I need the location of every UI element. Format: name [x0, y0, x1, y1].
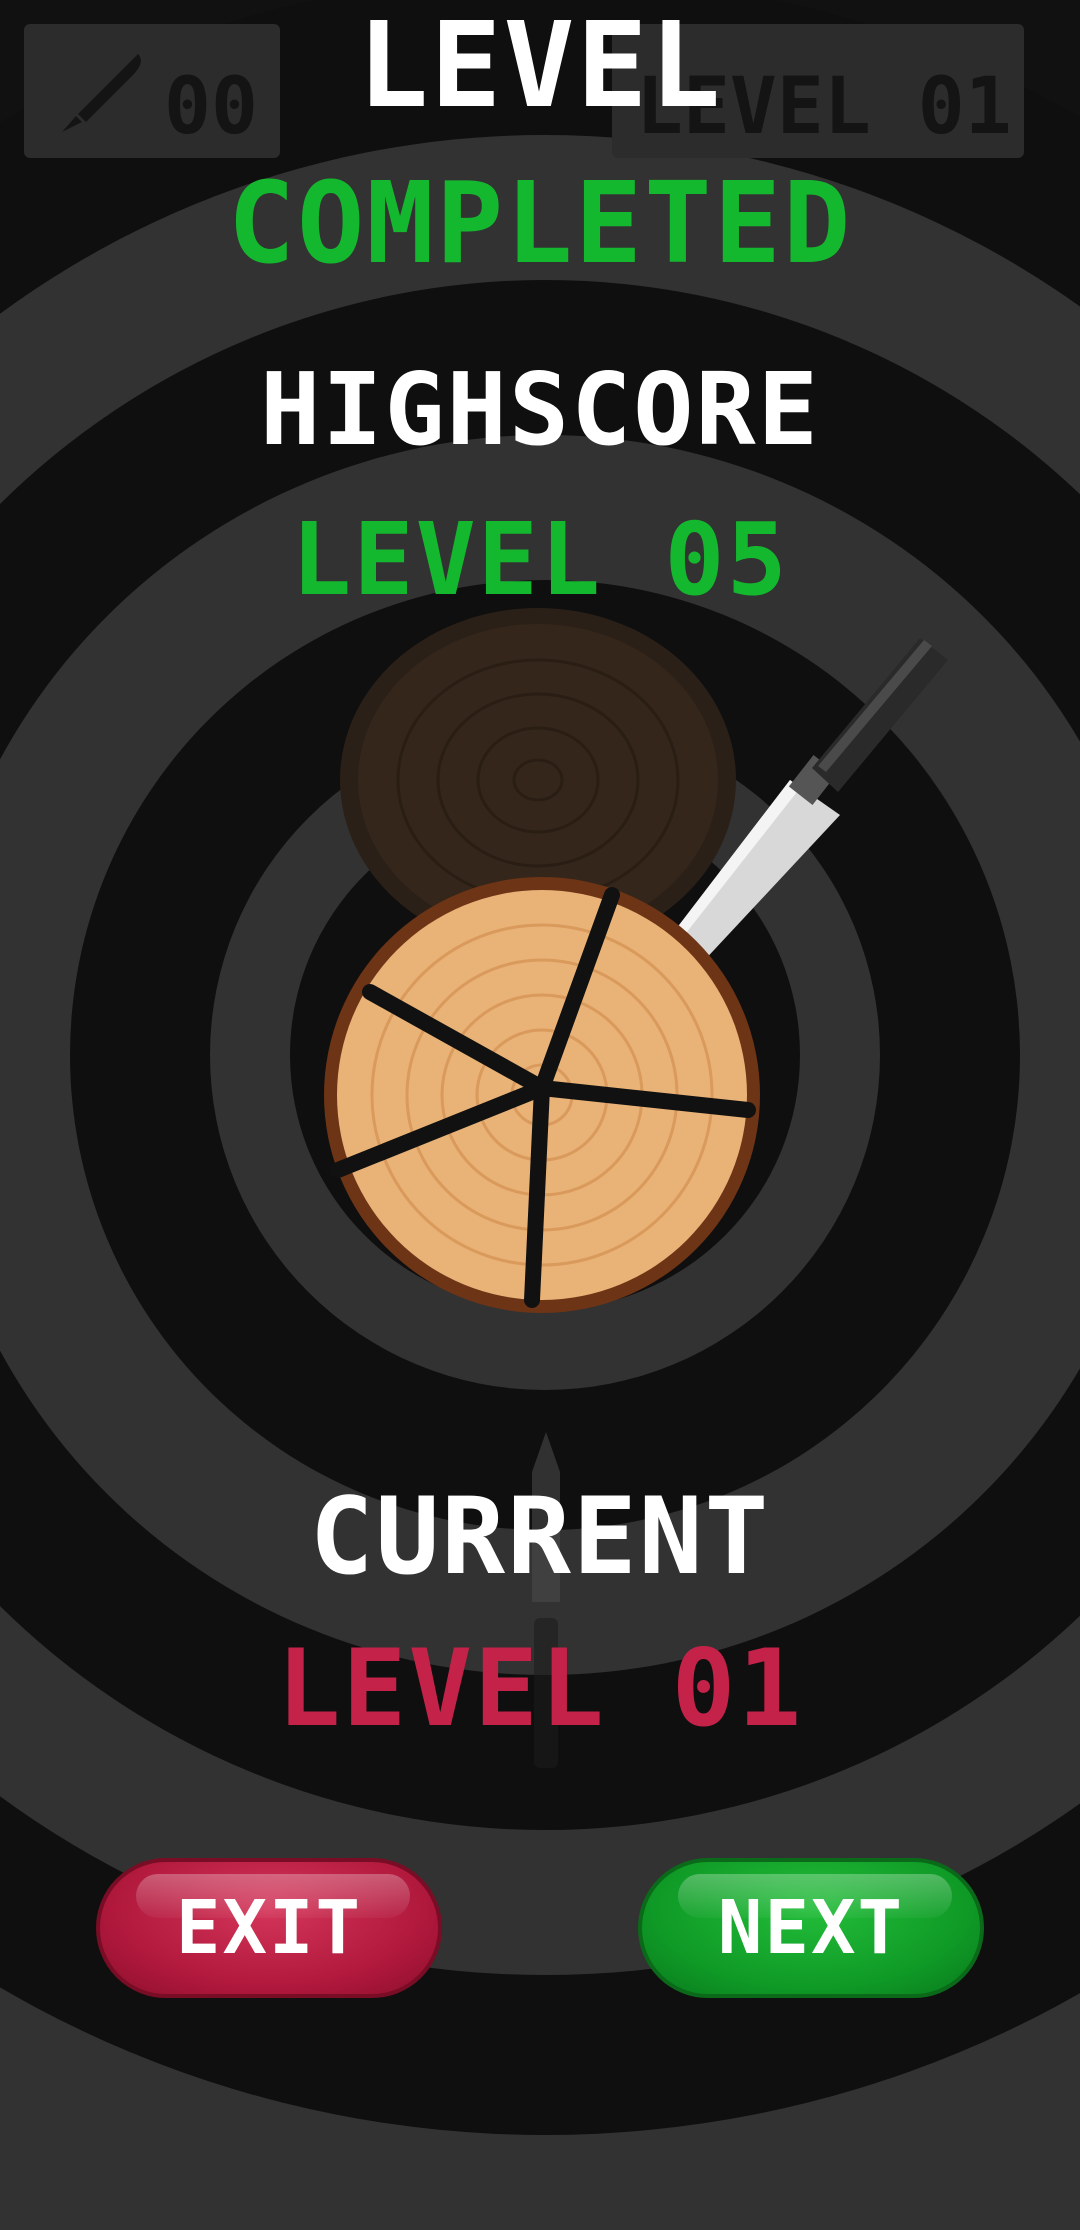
game-stage: 00 LEVEL 01 LEVEL COMPLETED HIGHSCORE LE… — [0, 0, 1080, 2230]
title-completed: COMPLETED — [227, 159, 853, 289]
highscore-value: LEVEL 05 — [291, 501, 789, 618]
title-level: LEVEL — [357, 0, 723, 134]
exit-button-label: EXIT — [175, 1885, 363, 1971]
next-button[interactable]: NEXT — [638, 1858, 984, 1998]
current-value: LEVEL 01 — [276, 1627, 804, 1750]
current-label: CURRENT — [309, 1475, 771, 1598]
highscore-label: HIGHSCORE — [260, 351, 820, 468]
broken-wood-target — [324, 877, 760, 1313]
target-log-scene — [324, 608, 948, 1313]
next-button-label: NEXT — [717, 1885, 905, 1971]
exit-button[interactable]: EXIT — [96, 1858, 442, 1998]
